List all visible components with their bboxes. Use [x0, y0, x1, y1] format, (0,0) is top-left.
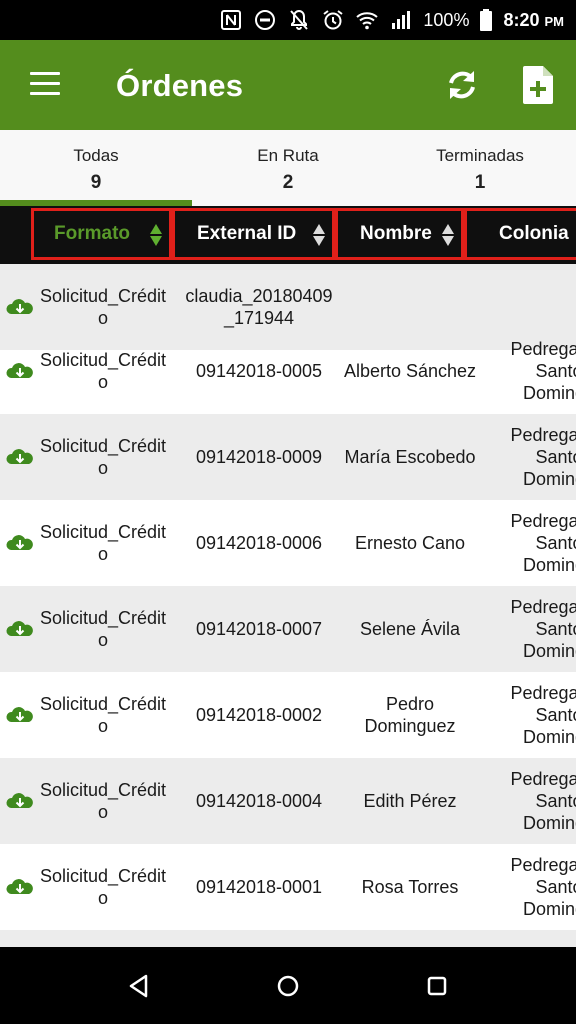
- cell-nombre: Edith Pérez: [363, 791, 457, 811]
- table-header: Formato External ID Nombre Colonia: [0, 206, 576, 264]
- home-button[interactable]: [273, 971, 303, 1001]
- sort-icon: [441, 223, 455, 247]
- menu-button[interactable]: [26, 70, 62, 100]
- sort-icon: [149, 223, 163, 247]
- table-row[interactable]: Solicitud_Crédito 09142018-0009 María Es…: [0, 414, 576, 500]
- cell-colonia: Pedregal de Santo Domingo: [510, 425, 576, 489]
- cell-formato: Solicitud_Crédito: [39, 522, 167, 564]
- battery-percentage: 100%: [423, 9, 470, 30]
- column-header-nombre[interactable]: Nombre: [335, 208, 464, 260]
- cell-formato: Solicitud_Crédito: [39, 780, 167, 822]
- cloud-download-icon[interactable]: [5, 704, 35, 726]
- column-header-label: Colonia: [499, 223, 569, 244]
- clock-time: 8:20: [503, 9, 540, 30]
- cell-colonia: Pedregal de Santo Domingo: [510, 769, 576, 833]
- back-icon: [129, 974, 148, 998]
- tab-bar: Todas 9 En Ruta 2 Terminadas 1: [0, 130, 576, 206]
- cell-nombre: María Escobedo: [344, 447, 476, 467]
- cloud-download-icon[interactable]: [5, 360, 35, 382]
- cell-external-id: 09142018-0001: [195, 877, 323, 897]
- battery-icon: [479, 8, 493, 32]
- tab-label: En Ruta: [257, 146, 319, 165]
- cell-formato: Solicitud_Crédito: [39, 694, 167, 736]
- cell-nombre: Selene Ávila: [359, 619, 461, 639]
- cell-external-id: 09142018-0005: [195, 361, 323, 381]
- column-header-colonia[interactable]: Colonia: [464, 208, 576, 260]
- cell-nombre: Alberto Sánchez: [343, 361, 477, 381]
- column-header-label: Formato: [54, 223, 130, 244]
- status-bar: 100% 8:20 PM: [0, 0, 576, 40]
- tab-count: 9: [90, 172, 102, 193]
- do-not-disturb-icon: [253, 8, 277, 32]
- tab-label: Terminadas: [436, 146, 524, 165]
- table-row[interactable]: Solicitud_Crédito 09142018-0006 Ernesto …: [0, 500, 576, 586]
- cell-colonia: Pedregal de Santo Domingo: [510, 511, 576, 575]
- cell-nombre: Rosa Torres: [361, 877, 459, 897]
- nfc-icon: [219, 8, 243, 32]
- app-bar: Órdenes: [0, 40, 576, 130]
- cloud-download-icon[interactable]: [5, 618, 35, 640]
- cell-nombre: Pedro Dominguez: [364, 694, 456, 736]
- cell-formato: Solicitud_Crédito: [39, 436, 167, 478]
- clock-ampm: PM: [544, 13, 565, 29]
- cloud-download-icon[interactable]: [5, 296, 35, 318]
- cell-colonia: Pedregal de Santo Domingo: [510, 339, 576, 403]
- cloud-download-icon[interactable]: [5, 446, 35, 468]
- cell-external-id: 09142018-0006: [195, 533, 323, 553]
- cloud-download-icon[interactable]: [5, 790, 35, 812]
- table-row[interactable]: Solicitud_Crédito 09142018-0002 Pedro Do…: [0, 672, 576, 758]
- table-row[interactable]: [0, 930, 576, 947]
- tab-count: 2: [282, 172, 294, 193]
- home-icon: [277, 975, 299, 997]
- cell-formato: Solicitud_Crédito: [39, 350, 167, 392]
- notifications-off-icon: [287, 8, 311, 32]
- cell-external-id: 09142018-0007: [195, 619, 323, 639]
- back-button[interactable]: [124, 971, 154, 1001]
- wifi-icon: [355, 8, 379, 32]
- recents-button[interactable]: [422, 971, 452, 1001]
- tab-label: Todas: [73, 146, 119, 165]
- refresh-icon: [449, 71, 475, 99]
- new-document-button[interactable]: [519, 64, 557, 106]
- cell-colonia: Pedregal de Santo Domingo: [510, 597, 576, 661]
- tab-en-ruta[interactable]: En Ruta 2: [192, 130, 384, 206]
- signal-icon: [389, 8, 413, 32]
- cell-nombre: Ernesto Cano: [354, 533, 466, 553]
- table-row[interactable]: Solicitud_Crédito 09142018-0007 Selene Á…: [0, 586, 576, 672]
- sort-icon: [312, 223, 326, 247]
- alarm-icon: [321, 8, 345, 32]
- cell-formato: Solicitud_Crédito: [39, 866, 167, 908]
- page-title: Órdenes: [116, 68, 244, 103]
- cell-colonia: Pedregal de Santo Domingo: [510, 683, 576, 747]
- tab-todas[interactable]: Todas 9: [0, 130, 192, 206]
- tab-count: 1: [474, 172, 486, 193]
- recents-icon: [427, 976, 447, 996]
- cell-formato: Solicitud_Crédito: [39, 608, 167, 650]
- navigation-bar: [0, 947, 576, 1024]
- cell-external-id: 09142018-0002: [195, 705, 323, 725]
- table-row[interactable]: Solicitud_Crédito 09142018-0001 Rosa Tor…: [0, 844, 576, 930]
- table-row[interactable]: Solicitud_Crédito 09142018-0005 Alberto …: [0, 328, 576, 414]
- orders-table: Solicitud_Crédito claudia_20180409_17194…: [0, 264, 576, 947]
- table-row[interactable]: Solicitud_Crédito 09142018-0004 Edith Pé…: [0, 758, 576, 844]
- refresh-button[interactable]: [444, 65, 480, 105]
- column-header-label: External ID: [197, 223, 297, 244]
- new-document-icon: [523, 66, 553, 104]
- cloud-download-icon[interactable]: [5, 876, 35, 898]
- cell-colonia: Pedregal de Santo Domingo: [510, 855, 576, 919]
- tab-terminadas[interactable]: Terminadas 1: [384, 130, 576, 206]
- clock: 8:20 PM: [503, 10, 564, 31]
- column-header-label: Nombre: [360, 223, 432, 244]
- column-header-formato[interactable]: Formato: [31, 208, 172, 260]
- cell-external-id: 09142018-0004: [195, 791, 323, 811]
- cloud-download-icon[interactable]: [5, 532, 35, 554]
- column-header-external-id[interactable]: External ID: [172, 208, 335, 260]
- cell-external-id: 09142018-0009: [195, 447, 323, 467]
